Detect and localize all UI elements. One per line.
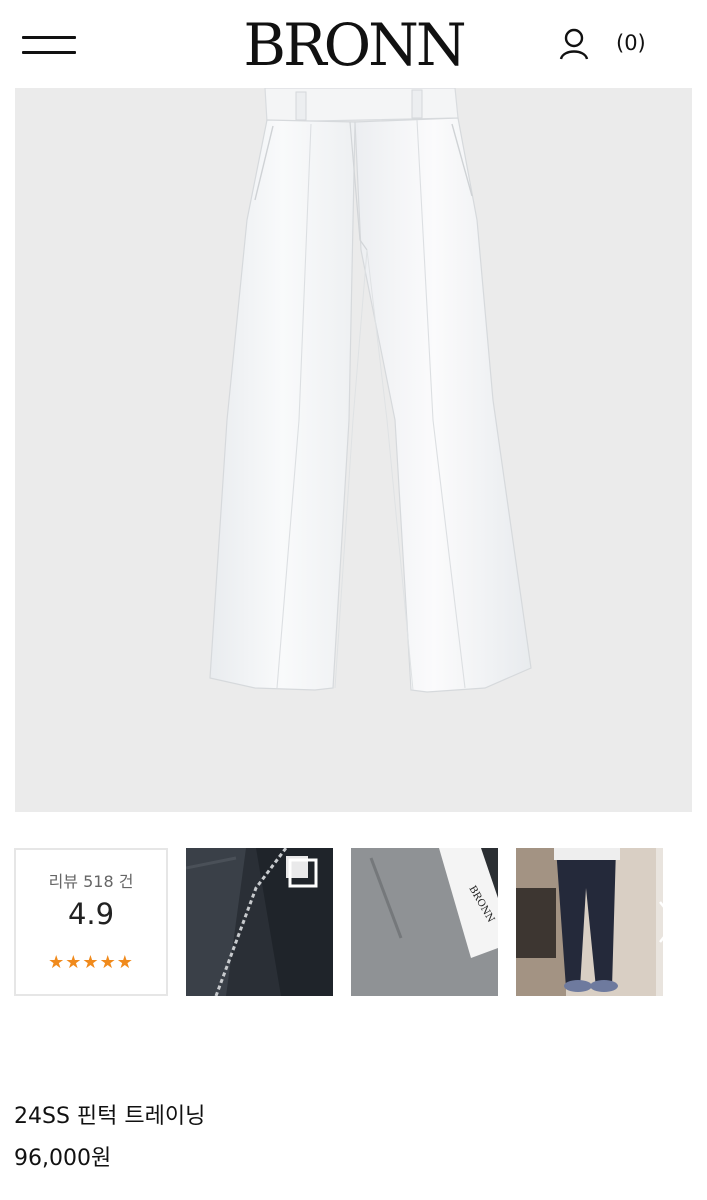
- thumbnail-jacket-zipper[interactable]: [186, 848, 333, 996]
- thumbnail-fabric-tag[interactable]: BRONN: [351, 848, 498, 996]
- cart-count[interactable]: (0): [616, 30, 646, 56]
- product-price: 96,000원: [14, 1146, 112, 1171]
- thumbnail-model-navy-pants[interactable]: [516, 848, 663, 996]
- user-icon[interactable]: [556, 26, 592, 62]
- review-score: 4.9: [67, 897, 115, 931]
- review-count-label: 리뷰 518 건: [48, 872, 134, 891]
- thumbnail-strip: 리뷰 518 건 4.9 ★★★★★ BRONN: [14, 848, 694, 996]
- star-rating: ★★★★★: [48, 952, 134, 973]
- white-trousers-photo: [209, 87, 532, 693]
- chevron-right-icon[interactable]: [654, 898, 682, 946]
- product-main-image[interactable]: [15, 0, 692, 812]
- brand-logo[interactable]: BRONN: [0, 12, 707, 78]
- review-summary-card[interactable]: 리뷰 518 건 4.9 ★★★★★: [14, 848, 168, 996]
- product-name: 24SS 핀턱 트레이닝: [14, 1104, 206, 1129]
- site-header: BRONN (0): [0, 0, 707, 88]
